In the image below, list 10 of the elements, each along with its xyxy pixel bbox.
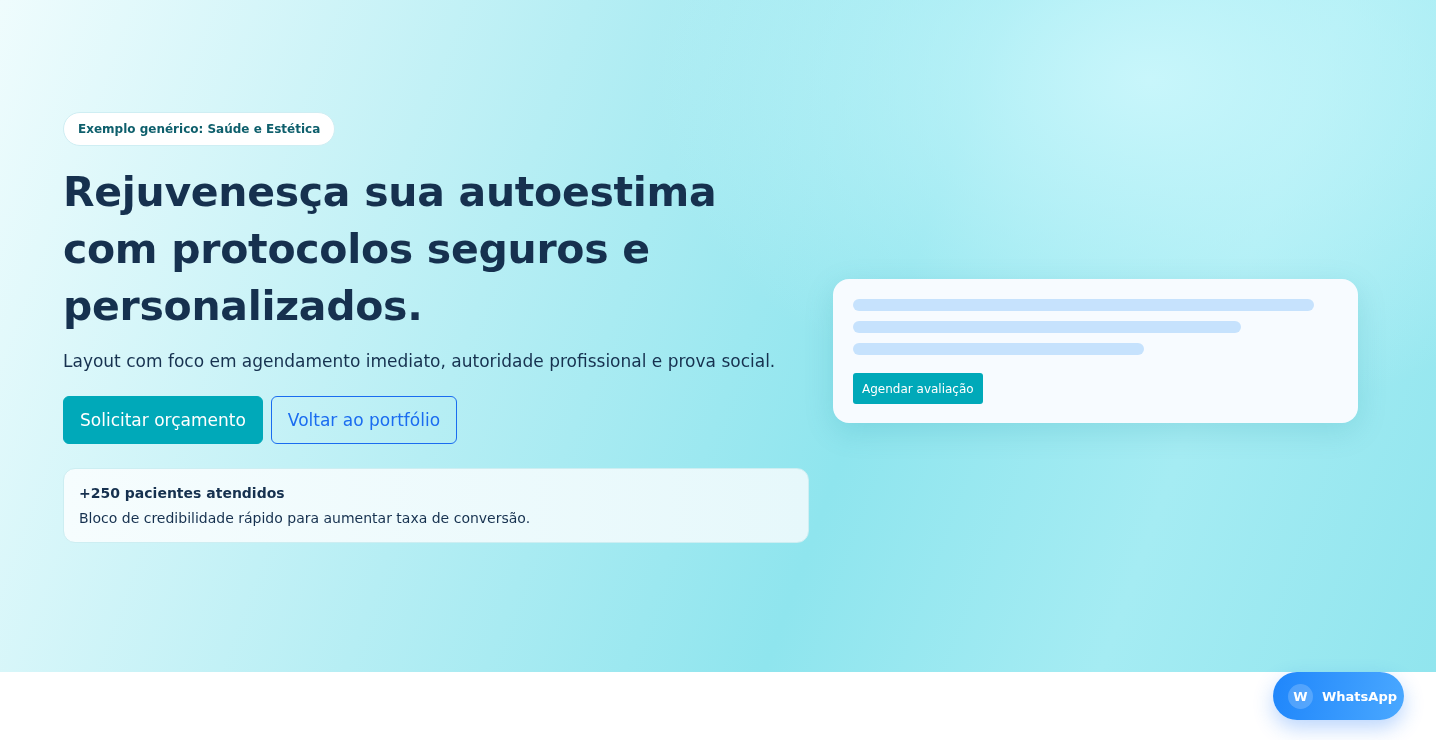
portfolio-button[interactable]: Voltar ao portfólio bbox=[270, 396, 458, 444]
hero-title: Rejuvenesça sua autoestima com protocolos seguros e personalizados. bbox=[63, 167, 718, 332]
quote-button[interactable]: Solicitar orçamento bbox=[63, 396, 263, 444]
proof-text: Bloco de credibilidade rápido para aumentar taxa de conversão. bbox=[79, 510, 532, 526]
proof-title: +250 pacientes atendidos bbox=[79, 485, 286, 501]
hero-subtitle: Layout com foco em agendamento imediato, autoridade profissional e prova social. bbox=[63, 350, 777, 373]
whatsapp-icon: W bbox=[1288, 683, 1313, 709]
whatsapp-button[interactable]: W WhatsApp bbox=[1273, 672, 1404, 720]
category-badge: Exemplo genérico: Saúde e Estética bbox=[63, 112, 336, 146]
schedule-button[interactable]: Agendar avaliação bbox=[853, 373, 983, 404]
